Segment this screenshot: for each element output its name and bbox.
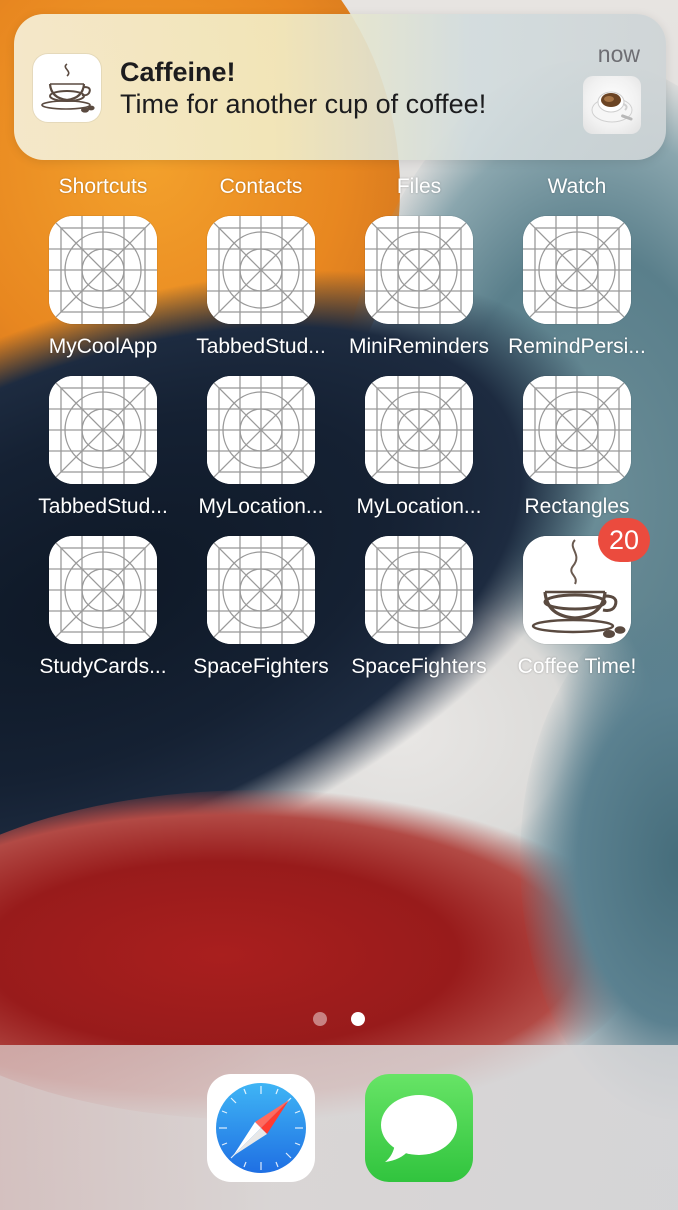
app-label: Rectangles xyxy=(524,495,630,518)
app-label: SpaceFighters xyxy=(193,655,329,678)
app-tabbedstud[interactable]: TabbedStud... xyxy=(186,216,336,376)
app-label: MyLocation... xyxy=(356,495,482,518)
app-label-watch[interactable]: Watch xyxy=(502,175,652,199)
placeholder-app-icon[interactable] xyxy=(365,376,473,484)
notification-badge: 20 xyxy=(598,518,650,562)
app-label: MyCoolApp xyxy=(48,335,158,358)
placeholder-app-icon[interactable] xyxy=(365,216,473,324)
notification-banner[interactable]: Caffeine! Time for another cup of coffee… xyxy=(14,14,666,160)
page-dot-2[interactable] xyxy=(351,1012,365,1026)
app-studycards[interactable]: StudyCards... xyxy=(28,536,178,696)
placeholder-app-icon[interactable] xyxy=(49,216,157,324)
app-label: MyLocation... xyxy=(198,495,324,518)
page-dot-1[interactable] xyxy=(313,1012,327,1026)
app-label: MiniReminders xyxy=(348,335,490,358)
notification-title: Caffeine! xyxy=(120,57,236,87)
placeholder-app-icon[interactable] xyxy=(523,216,631,324)
safari-compass-icon xyxy=(216,1083,306,1173)
app-label: StudyCards... xyxy=(39,655,167,678)
coffee-cup-icon xyxy=(33,54,101,122)
app-spacefighters[interactable]: SpaceFighters xyxy=(344,536,494,696)
placeholder-app-icon[interactable] xyxy=(523,376,631,484)
app-mycoolapp[interactable]: MyCoolApp xyxy=(28,216,178,376)
notification-body: Time for another cup of coffee! xyxy=(120,89,487,119)
messages-bubble-icon xyxy=(381,1095,457,1162)
page-indicator[interactable] xyxy=(0,1012,678,1026)
safari-app-icon[interactable] xyxy=(207,1074,315,1182)
notification-time: now xyxy=(597,41,640,67)
home-screen: Shortcuts Contacts Files Watch Caffeine!… xyxy=(0,0,678,1210)
app-minireminders[interactable]: MiniReminders xyxy=(344,216,494,376)
app-label-contacts[interactable]: Contacts xyxy=(186,175,336,199)
app-label: SpaceFighters xyxy=(351,655,487,678)
app-mylocation[interactable]: MyLocation... xyxy=(186,376,336,536)
placeholder-app-icon[interactable] xyxy=(49,376,157,484)
placeholder-app-icon[interactable] xyxy=(365,536,473,644)
app-tabbedstud[interactable]: TabbedStud... xyxy=(28,376,178,536)
dock xyxy=(0,1045,678,1210)
app-remindpersi[interactable]: RemindPersi... xyxy=(502,216,652,376)
app-label-files[interactable]: Files xyxy=(344,175,494,199)
app-label: Coffee Time! xyxy=(517,655,637,678)
notification-thumbnail-image xyxy=(583,76,641,134)
app-label: RemindPersi... xyxy=(508,335,646,358)
app-label: TabbedStud... xyxy=(38,495,168,518)
placeholder-app-icon[interactable] xyxy=(207,536,315,644)
app-label-shortcuts[interactable]: Shortcuts xyxy=(28,175,178,199)
app-rectangles[interactable]: Rectangles xyxy=(502,376,652,536)
messages-app-icon[interactable] xyxy=(365,1074,473,1182)
app-spacefighters[interactable]: SpaceFighters xyxy=(186,536,336,696)
placeholder-app-icon[interactable] xyxy=(207,216,315,324)
app-label: TabbedStud... xyxy=(196,335,326,358)
app-coffee-time[interactable]: 20 Coffee Time! xyxy=(502,518,652,696)
placeholder-app-icon[interactable] xyxy=(49,536,157,644)
app-mylocation[interactable]: MyLocation... xyxy=(344,376,494,536)
placeholder-app-icon[interactable] xyxy=(207,376,315,484)
